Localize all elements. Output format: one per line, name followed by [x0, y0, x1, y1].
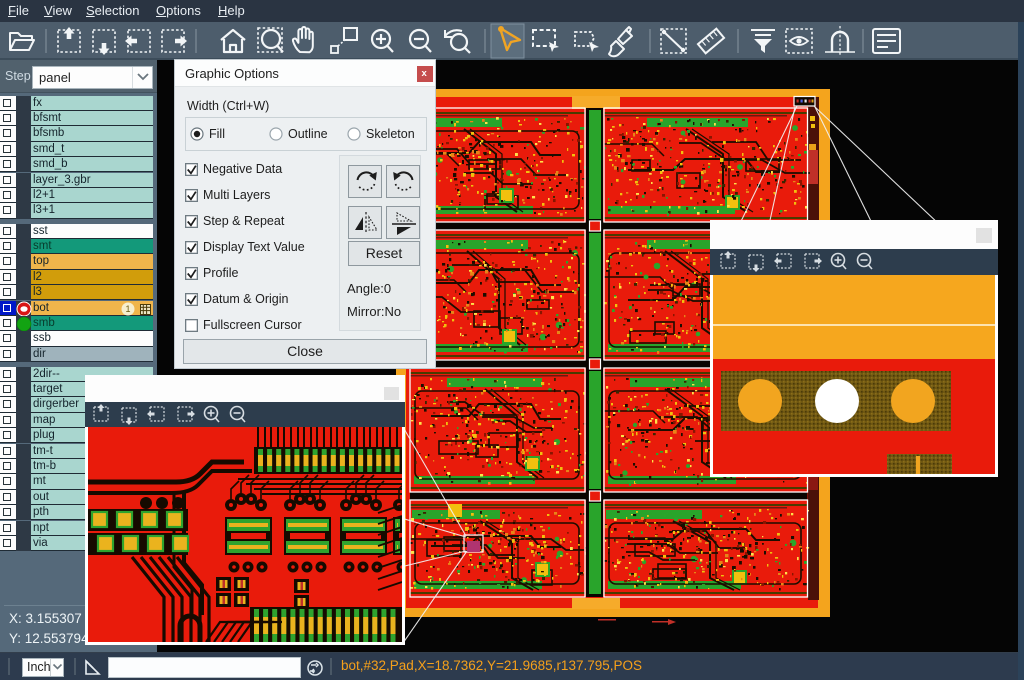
- svg-text:1: 1: [125, 304, 130, 314]
